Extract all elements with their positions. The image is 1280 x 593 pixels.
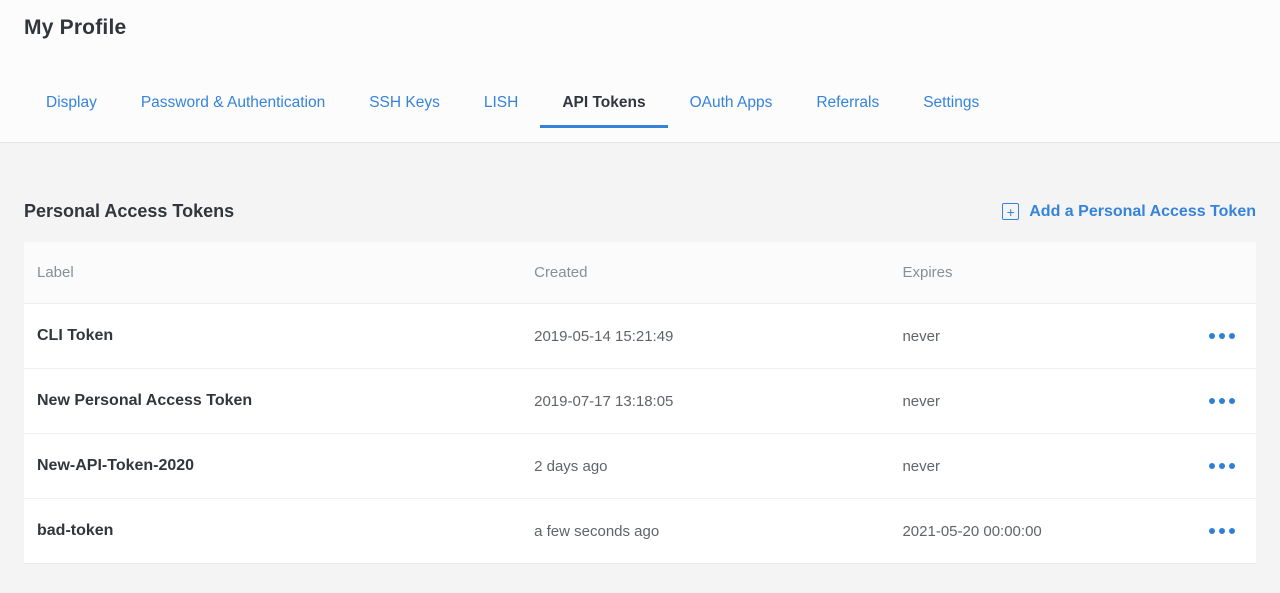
tab-label: Display [46,94,97,111]
tab-referrals[interactable]: Referrals [794,84,901,128]
token-expires: never [897,458,1168,475]
profile-tabs: Display Password & Authentication SSH Keys… [24,84,1256,126]
table-body: CLI Token 2019-05-14 15:21:49 never New … [24,304,1256,564]
page-title: My Profile [24,16,1256,40]
column-header-expires: Expires [897,264,1168,281]
tab-oauth-apps[interactable]: OAuth Apps [668,84,795,128]
tab-label: API Tokens [562,94,645,111]
token-created: 2019-07-17 13:18:05 [529,393,897,410]
api-tokens-panel: Personal Access Tokens + Add a Personal … [0,143,1280,564]
token-created: a few seconds ago [529,523,897,540]
token-created: 2 days ago [529,458,897,475]
section-header: Personal Access Tokens + Add a Personal … [24,143,1256,222]
section-title: Personal Access Tokens [24,201,234,222]
tab-lish[interactable]: LISH [462,84,540,128]
column-header-label: Label [24,264,529,281]
add-button-label: Add a Personal Access Token [1029,203,1256,221]
row-actions-ellipsis-icon[interactable] [1207,327,1237,345]
table-header-row: Label Created Expires [24,242,1256,304]
table-row: New Personal Access Token 2019-07-17 13:… [24,369,1256,434]
tab-ssh-keys[interactable]: SSH Keys [347,84,462,128]
tab-label: SSH Keys [369,94,440,111]
tokens-table: Label Created Expires CLI Token 2019-05-… [24,242,1256,564]
token-expires: never [897,393,1168,410]
token-label: New Personal Access Token [24,392,529,410]
tab-label: Password & Authentication [141,94,325,111]
tab-display[interactable]: Display [24,84,119,128]
tab-label: Referrals [816,94,879,111]
token-label: CLI Token [24,327,529,345]
table-row: bad-token a few seconds ago 2021-05-20 0… [24,499,1256,564]
tab-settings[interactable]: Settings [901,84,1001,128]
row-actions-ellipsis-icon[interactable] [1207,522,1237,540]
token-expires: never [897,328,1168,345]
table-row: CLI Token 2019-05-14 15:21:49 never [24,304,1256,369]
add-personal-access-token-button[interactable]: + Add a Personal Access Token [1002,203,1256,221]
column-header-created: Created [529,264,897,281]
row-actions-ellipsis-icon[interactable] [1207,392,1237,410]
token-created: 2019-05-14 15:21:49 [529,328,897,345]
table-row: New-API-Token-2020 2 days ago never [24,434,1256,499]
page-header: My Profile Display Password & Authenticat… [0,0,1280,143]
token-label: New-API-Token-2020 [24,457,529,475]
token-expires: 2021-05-20 00:00:00 [897,523,1168,540]
row-actions-ellipsis-icon[interactable] [1207,457,1237,475]
tab-label: Settings [923,94,979,111]
tab-api-tokens[interactable]: API Tokens [540,84,667,128]
plus-square-icon: + [1002,203,1019,220]
token-label: bad-token [24,522,529,540]
tab-label: LISH [484,94,518,111]
tab-label: OAuth Apps [690,94,773,111]
tab-password-authentication[interactable]: Password & Authentication [119,84,347,128]
